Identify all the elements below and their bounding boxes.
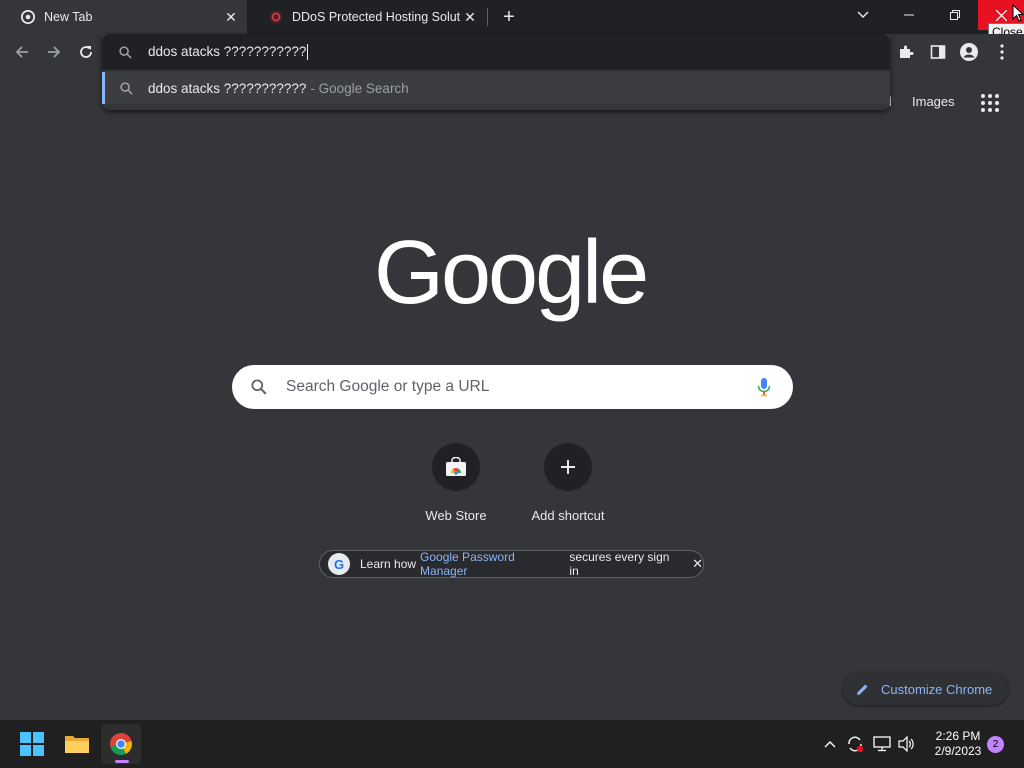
address-input[interactable]: ddos atacks ??????????? — [148, 44, 309, 61]
shortcut-label: Web Store — [425, 508, 487, 523]
search-input[interactable]: Search Google or type a URL — [286, 378, 735, 396]
close-icon[interactable]: ✕ — [692, 556, 703, 572]
google-logo: Google — [374, 223, 649, 323]
profile-icon — [960, 43, 978, 61]
back-arrow-icon — [15, 46, 28, 58]
clock-date: 2/9/2023 — [934, 744, 982, 758]
tab-strip: New Tab ✕ DDoS Protected Hosting Solutio… — [0, 0, 1024, 41]
tab-title: DDoS Protected Hosting Solution — [292, 10, 460, 24]
voice-search-icon[interactable] — [735, 377, 793, 397]
new-tab-button[interactable]: + — [498, 6, 520, 28]
forward-arrow-icon — [48, 46, 61, 58]
shortcut-web-store[interactable]: Web Store — [400, 443, 512, 523]
suggestion-query: ddos atacks ??????????? — [148, 80, 307, 96]
close-tab-icon[interactable]: ✕ — [221, 7, 241, 27]
tab-new-tab[interactable]: New Tab ✕ — [0, 0, 247, 34]
tab-divider — [487, 8, 488, 26]
search-icon — [102, 45, 148, 59]
pencil-icon — [843, 683, 881, 696]
search-icon — [105, 81, 148, 95]
active-app-indicator — [115, 760, 129, 763]
tab-title: New Tab — [44, 10, 93, 24]
chrome-icon — [20, 9, 36, 25]
omnibox-suggestion[interactable]: ddos atacks ??????????? - Google Search — [102, 72, 890, 104]
web-store-icon — [432, 443, 480, 491]
windows-taskbar: 2:26 PM 2/9/2023 2 — [0, 720, 1024, 768]
mouse-cursor-icon — [1012, 4, 1024, 22]
close-tab-icon[interactable]: ✕ — [460, 7, 480, 27]
plus-icon — [544, 443, 592, 491]
folder-icon — [65, 736, 89, 753]
omnibox-popup: ddos atacks ??????????? ddos atacks ????… — [102, 34, 890, 110]
volume-icon[interactable] — [897, 734, 917, 754]
puzzle-icon — [900, 45, 914, 58]
clock-time: 2:26 PM — [935, 729, 981, 743]
profile-button[interactable] — [958, 41, 980, 63]
promo-suffix: secures every sign in — [569, 550, 670, 578]
minimize-button[interactable] — [886, 0, 932, 30]
suggestion-source: - Google Search — [310, 80, 409, 96]
show-hidden-icons-button[interactable] — [820, 734, 840, 754]
notification-badge[interactable]: 2 — [987, 736, 1004, 753]
google-apps-icon[interactable] — [980, 93, 1000, 113]
tab-ddos-hosting[interactable]: DDoS Protected Hosting Solution ✕ — [248, 0, 486, 34]
customize-label: Customize Chrome — [881, 681, 993, 697]
reload-icon — [80, 46, 92, 58]
promo-link[interactable]: Google Password Manager — [420, 550, 565, 578]
reload-button[interactable] — [75, 41, 97, 63]
tab-search-button[interactable] — [840, 0, 886, 30]
minimize-icon — [904, 14, 914, 16]
chevron-down-icon — [857, 11, 869, 18]
chevron-up-icon — [824, 741, 836, 748]
chrome-taskbar-button[interactable] — [101, 724, 141, 764]
forward-button[interactable] — [43, 41, 65, 63]
shortcut-label: Add shortcut — [531, 508, 605, 523]
file-explorer-button[interactable] — [57, 724, 97, 764]
network-icon[interactable] — [872, 734, 892, 754]
ddos-site-favicon — [268, 9, 284, 25]
more-vert-icon — [1000, 44, 1004, 60]
images-link[interactable]: Images — [912, 94, 955, 109]
chrome-icon — [110, 733, 132, 755]
promo-prefix: Learn how — [360, 557, 417, 571]
windows-logo-icon — [20, 732, 44, 756]
side-panel-icon — [930, 45, 946, 59]
restore-button[interactable] — [932, 0, 978, 30]
side-panel-button[interactable] — [927, 41, 949, 63]
search-icon — [232, 379, 286, 395]
add-shortcut-button[interactable]: Add shortcut — [512, 443, 624, 523]
ntp-search-box[interactable]: Search Google or type a URL — [232, 365, 793, 409]
sync-status-icon[interactable] — [845, 734, 865, 754]
back-button[interactable] — [11, 41, 33, 63]
google-g-icon: G — [328, 553, 350, 575]
extensions-button[interactable] — [895, 41, 917, 63]
close-icon — [995, 9, 1007, 21]
password-manager-promo[interactable]: G Learn how Google Password Manager secu… — [319, 550, 704, 578]
menu-button[interactable] — [991, 41, 1013, 63]
start-button[interactable] — [12, 724, 52, 764]
restore-icon — [950, 10, 960, 20]
system-clock[interactable]: 2:26 PM 2/9/2023 — [928, 729, 988, 759]
customize-chrome-button[interactable]: Customize Chrome — [843, 673, 1008, 705]
address-bar[interactable]: ddos atacks ??????????? — [102, 34, 890, 70]
